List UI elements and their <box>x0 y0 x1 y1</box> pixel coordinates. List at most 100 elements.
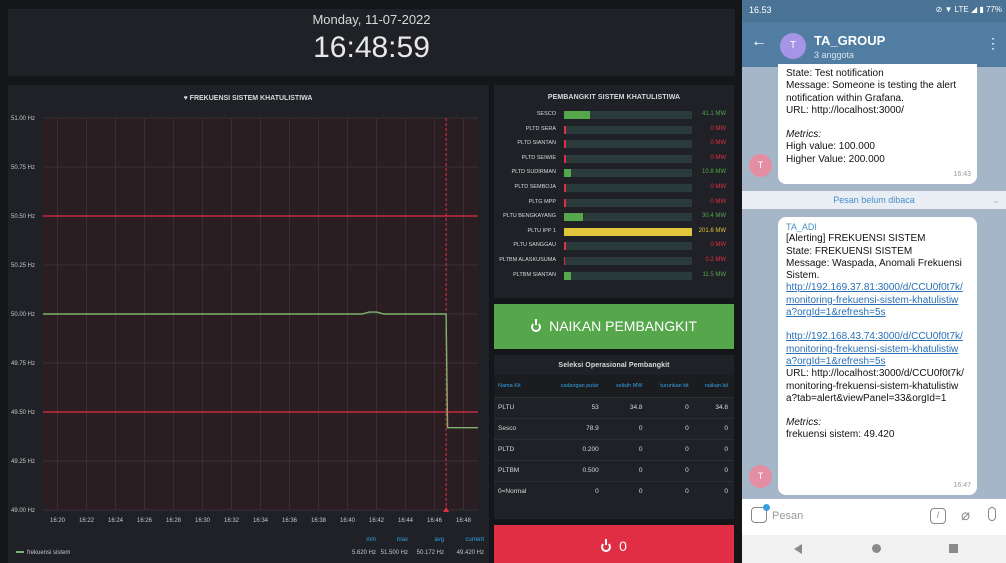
column-header[interactable]: selisih MW <box>604 375 649 397</box>
table-cell: 0 <box>694 417 734 439</box>
more-menu-icon[interactable]: ⋮ <box>986 35 1000 52</box>
status-bar: 16.53 ⊘ ▼ LTE ◢ ▮ 77% <box>742 0 1006 22</box>
column-header[interactable]: Nama Kit <box>494 375 546 397</box>
chevron-down-icon: ⌄ <box>992 195 1000 205</box>
table-cell: 0 <box>648 417 695 439</box>
table-cell: 0 <box>648 438 695 460</box>
gauge-row[interactable]: PLTD SEIWIE 0 MW <box>494 154 734 165</box>
message-time: 16:43 <box>953 170 971 178</box>
table-cell: 0.500 <box>545 459 605 481</box>
metric-line: frekuensi sistem: 49.420 <box>786 429 895 441</box>
gauge-value: 41.1 MW <box>701 111 726 117</box>
stat-current-header[interactable]: current <box>448 537 484 543</box>
table-row: Sesco 78.9 0 0 0 <box>494 417 734 439</box>
sticker-icon[interactable] <box>751 504 770 523</box>
nav-back-icon[interactable] <box>794 544 802 554</box>
column-header[interactable]: turunkan kit <box>648 375 695 397</box>
message-input[interactable]: Pesan <box>772 510 803 522</box>
gauge-row[interactable]: PLTBM ALASKUSUMA 0.2 MW <box>494 256 734 267</box>
stat-max-header[interactable]: max <box>378 537 408 543</box>
message-bubble[interactable]: State: Test notification Message: Someon… <box>778 64 977 184</box>
x-tick-label: 16:30 <box>195 518 211 524</box>
gauge-label: PLTU BENGKAYANG <box>503 213 556 220</box>
table-cell: PLTBM <box>494 459 546 481</box>
table-cell: 0=Normal <box>494 480 546 502</box>
stat-avg-header[interactable]: avg <box>410 537 444 543</box>
gauge-row[interactable]: PLTU BENGKAYANG 30.4 MW <box>494 212 734 223</box>
table-cell: 34.8 <box>604 396 649 418</box>
unread-label: Pesan belum dibaca <box>833 195 915 205</box>
attach-icon[interactable]: ⌀ <box>961 506 970 524</box>
table-cell: 0 <box>648 396 695 418</box>
x-tick-label: 16:34 <box>253 518 269 524</box>
y-tick-label: 49.75 Hz <box>11 361 35 367</box>
back-arrow-icon[interactable]: ← <box>751 33 767 51</box>
operational-table-panel[interactable]: Seleksi Operasional Pembangkit Nama Kit c… <box>494 355 734 519</box>
x-tick-label: 16:22 <box>79 518 95 524</box>
power-button[interactable]: 0 <box>494 525 734 563</box>
column-header[interactable]: naikan kit <box>694 375 734 397</box>
metric-line: Higher Value: 200.000 <box>786 153 885 165</box>
gauge-track <box>564 154 692 163</box>
gauge-row[interactable]: PLTD SERA 0 MW <box>494 125 734 136</box>
message-state: State: FREKUENSI SISTEM <box>786 245 913 257</box>
operational-table: Nama Kit cadangan putar selisih MW turunkan… <box>494 375 734 502</box>
power-icon <box>531 319 542 332</box>
naikan-pembangkit-button[interactable]: NAIKAN PEMBANGKIT <box>494 304 734 349</box>
gauge-row[interactable]: PLTU SANGGAU 0 MW <box>494 241 734 252</box>
message-time: 16:47 <box>953 481 971 489</box>
stat-min-header[interactable]: min <box>348 537 376 543</box>
chat-header[interactable]: ← T TA_GROUP 3 anggota ⋮ <box>742 22 1006 67</box>
gauge-track <box>564 198 692 207</box>
dashboard-link[interactable]: http://192.168.43.74:3000/d/CCU0f0t7k/mo… <box>786 331 969 368</box>
dashboard-link[interactable]: http://192.169.37.81:3000/d/CCU0f0t7k/mo… <box>786 282 969 319</box>
gauge-row[interactable]: PLTU IPP 1 201.6 MW <box>494 227 734 238</box>
column-header[interactable]: cadangan putar <box>545 375 605 397</box>
y-tick-label: 49.00 Hz <box>11 508 35 514</box>
x-tick-label: 16:48 <box>456 518 472 524</box>
gauge-row[interactable]: PLTG MPP 0 MW <box>494 198 734 209</box>
message-composer[interactable]: Pesan / ⌀ <box>742 499 1006 535</box>
message-bubble[interactable]: TA_ADI [Alerting] FREKUENSI SISTEM State… <box>778 217 977 495</box>
sender-avatar[interactable]: T <box>749 154 772 177</box>
table-cell: 0 <box>648 480 695 502</box>
generator-gauge-panel[interactable]: PEMBANGKIT SISTEM KHATULISTIWA SESCO 41.1… <box>494 85 734 298</box>
x-tick-label: 16:36 <box>282 518 298 524</box>
gauge-label: SESCO <box>536 111 556 117</box>
frequency-graph-panel[interactable]: ♥ FREKUENSI SISTEM KHATULISTIWA 51.00 Hz 5… <box>8 85 489 563</box>
y-tick-label: 50.00 Hz <box>11 312 35 318</box>
message-sender[interactable]: TA_ADI <box>786 221 969 233</box>
chat-name[interactable]: TA_GROUP <box>814 33 885 48</box>
x-tick-label: 16:46 <box>427 518 443 524</box>
group-avatar[interactable]: T <box>780 33 806 59</box>
message-line: URL: http://localhost:3000/ <box>786 104 904 116</box>
nav-recent-icon[interactable] <box>949 544 958 553</box>
y-tick-label: 50.50 Hz <box>11 214 35 220</box>
microphone-icon[interactable] <box>988 507 996 521</box>
table-cell: 34.8 <box>694 396 734 418</box>
graph-legend[interactable]: frekuensi sistem <box>16 550 70 556</box>
table-cell: 0 <box>694 438 734 460</box>
table-cell: 53 <box>545 396 605 418</box>
gauge-value: 0 MW <box>710 154 726 161</box>
stat-current-value: 49.420 Hz <box>456 550 484 556</box>
gauge-row[interactable]: SESCO 41.1 MW <box>494 110 734 121</box>
command-icon[interactable]: / <box>930 508 946 524</box>
table-cell: 0 <box>604 438 649 460</box>
gauge-row[interactable]: PLTD SEMBOJA 0 MW <box>494 183 734 194</box>
gauge-row[interactable]: PLTD SIANTAN 0 MW <box>494 139 734 150</box>
nav-home-icon[interactable] <box>872 544 881 553</box>
gauge-row[interactable]: PLTD SUDIRMAN 10.8 MW <box>494 168 734 179</box>
sender-avatar[interactable]: T <box>749 465 772 488</box>
unread-divider: Pesan belum dibaca ⌄ <box>742 191 1006 209</box>
gauge-track <box>564 271 692 280</box>
gauge-row[interactable]: PLTBM SIANTAN 11.5 MW <box>494 271 734 282</box>
gauge-label: PLTD SEIWIE <box>521 154 556 161</box>
gauge-fill <box>564 140 566 149</box>
message-text: Message: Waspada, Anomali Frekuensi Sist… <box>786 257 962 282</box>
gauge-label: PLTBM ALASKUSUMA <box>499 257 556 263</box>
message-title: [Alerting] FREKUENSI SISTEM <box>786 233 926 245</box>
x-tick-label: 16:38 <box>311 518 327 524</box>
gauge-fill <box>564 198 566 207</box>
table-cell: 0 <box>545 480 605 502</box>
